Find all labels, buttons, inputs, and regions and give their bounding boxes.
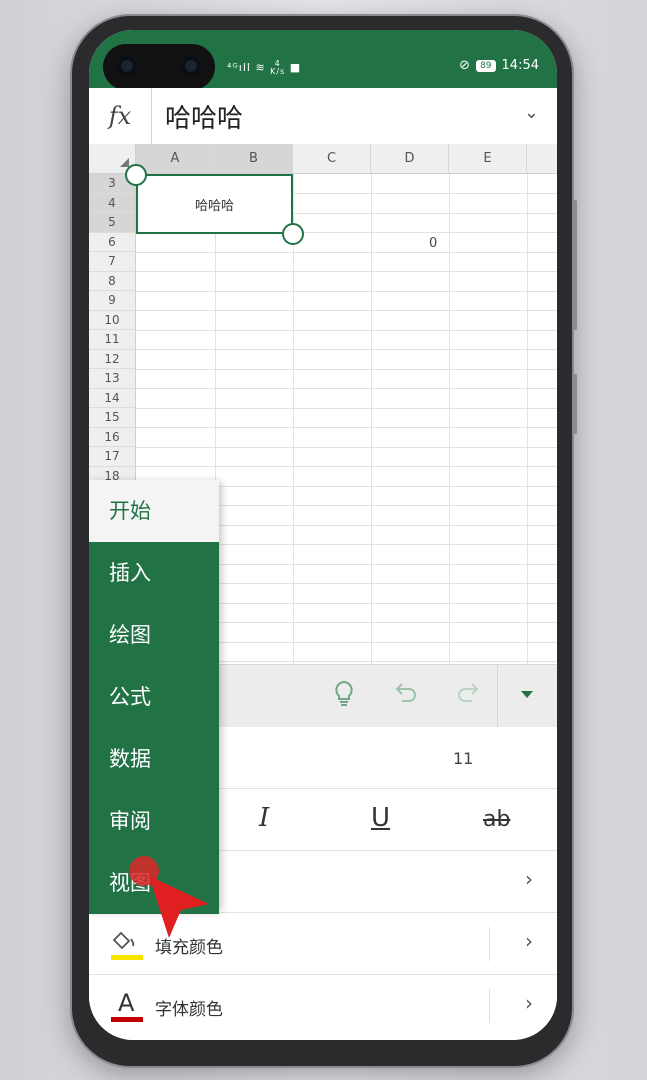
tab-formulas[interactable]: 公式: [89, 666, 219, 728]
grid-line: [293, 174, 294, 664]
row-header[interactable]: 13: [89, 369, 136, 389]
row-header[interactable]: 4: [89, 193, 136, 213]
chevron-down-icon[interactable]: ⌄: [524, 102, 539, 123]
tab-insert[interactable]: 插入: [89, 542, 219, 604]
underline-button[interactable]: U: [371, 803, 390, 833]
font-swatch: [111, 1017, 143, 1022]
grid-line: [136, 310, 557, 311]
grid-line: [371, 174, 372, 664]
undo-icon[interactable]: [393, 679, 419, 711]
network-status: ⁴ᴳıll ≋ 4 K/s ■: [227, 60, 301, 76]
row-header[interactable]: 5: [89, 213, 136, 233]
signal-icon: ⁴ᴳıll: [227, 61, 251, 74]
camera-lens-icon: [181, 56, 201, 76]
screen: ⁴ᴳıll ≋ 4 K/s ■ ⊘ 89 14:54 fx 哈哈哈 ⌄ A B …: [89, 30, 557, 1040]
row-divider: [489, 927, 490, 961]
tab-home[interactable]: 开始: [89, 480, 219, 542]
grid-line: [136, 251, 557, 253]
grid-line: [136, 271, 557, 272]
camera-lens-icon: [117, 56, 137, 76]
font-color-label: 字体颜色: [155, 1000, 223, 1020]
grid-line: [136, 407, 557, 409]
chevron-right-icon[interactable]: ›: [525, 867, 533, 891]
column-header-a[interactable]: A: [136, 144, 215, 174]
row-header[interactable]: 16: [89, 427, 136, 447]
font-color-icon[interactable]: A: [111, 989, 143, 1023]
pointer-arrow-icon: [149, 876, 209, 938]
grid-line: [136, 446, 557, 448]
font-color-row[interactable]: A 字体颜色 ›: [89, 975, 557, 1037]
fill-color-icon[interactable]: [111, 927, 143, 961]
grid-line: [136, 466, 557, 467]
tab-data[interactable]: 数据: [89, 728, 219, 790]
row-header[interactable]: 8: [89, 271, 136, 291]
tab-draw[interactable]: 绘图: [89, 604, 219, 666]
formula-bar[interactable]: fx 哈哈哈 ⌄: [89, 88, 557, 145]
column-header-b[interactable]: B: [215, 144, 293, 174]
selection-handle-bottom-right[interactable]: [282, 223, 304, 245]
status-right: ⊘ 89 14:54: [459, 58, 539, 73]
row-header[interactable]: 15: [89, 408, 136, 428]
fill-swatch: [111, 955, 143, 960]
row-divider: [489, 989, 490, 1023]
status-bar: ⁴ᴳıll ≋ 4 K/s ■ ⊘ 89 14:54: [89, 30, 557, 90]
video-icon: ■: [289, 61, 302, 74]
grid-line: [449, 174, 450, 664]
collapse-ribbon-icon[interactable]: [521, 691, 533, 698]
column-header-d[interactable]: D: [371, 144, 449, 174]
speed-readout: 4 K/s: [270, 59, 286, 76]
row-header[interactable]: 11: [89, 330, 136, 350]
selected-merged-cell[interactable]: 哈哈哈: [136, 174, 293, 234]
redo-icon[interactable]: [455, 679, 481, 711]
grid-line: [136, 290, 557, 292]
selection-handle-top-left[interactable]: [125, 164, 147, 186]
grid-line: [136, 427, 557, 428]
row-header[interactable]: 12: [89, 349, 136, 369]
wifi-icon: ≋: [255, 61, 266, 74]
chevron-right-icon[interactable]: ›: [525, 991, 533, 1015]
toolbar-divider: [497, 665, 498, 727]
chevron-right-icon[interactable]: ›: [525, 929, 533, 953]
column-header-c[interactable]: C: [293, 144, 371, 174]
row-header[interactable]: 17: [89, 447, 136, 467]
grid-line: [527, 174, 528, 664]
front-camera: [103, 44, 215, 90]
clock: 14:54: [501, 58, 539, 73]
italic-button[interactable]: I: [259, 803, 269, 833]
function-icon[interactable]: fx: [89, 88, 152, 144]
font-size-value[interactable]: 11: [453, 749, 473, 768]
row-header[interactable]: 7: [89, 252, 136, 272]
grid-line: [136, 329, 557, 331]
column-header-f[interactable]: [527, 144, 557, 174]
strikethrough-button[interactable]: ab: [483, 807, 510, 832]
grid-line: [136, 368, 557, 370]
row-header[interactable]: 9: [89, 291, 136, 311]
battery-icon: 89: [476, 59, 496, 72]
power-button: [572, 374, 577, 434]
row-header[interactable]: 14: [89, 388, 136, 408]
volume-button: [572, 200, 577, 330]
cell-d6[interactable]: 0: [429, 236, 437, 251]
row-header[interactable]: 10: [89, 310, 136, 330]
grid-line: [136, 388, 557, 389]
grid-line: [136, 349, 557, 350]
formula-input[interactable]: 哈哈哈: [165, 98, 243, 135]
column-header-e[interactable]: E: [449, 144, 527, 174]
ribbon-tabs-menu: 开始 插入 绘图 公式 数据 审阅 视图: [89, 480, 219, 914]
mute-icon: ⊘: [459, 58, 471, 73]
tab-review[interactable]: 审阅: [89, 790, 219, 852]
lightbulb-icon[interactable]: [331, 679, 357, 713]
row-header[interactable]: 6: [89, 232, 136, 252]
